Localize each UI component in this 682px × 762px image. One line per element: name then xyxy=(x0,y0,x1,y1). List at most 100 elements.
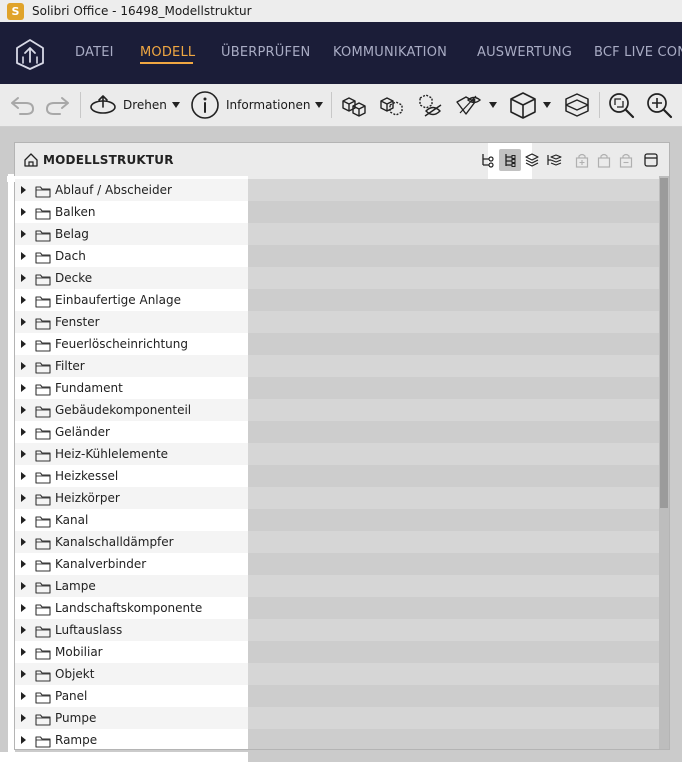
menu-auswertung[interactable]: AUSWERTUNG xyxy=(477,45,572,60)
tree-flat-button[interactable] xyxy=(499,149,521,171)
layers-button[interactable] xyxy=(521,149,543,171)
tree-hierarchy-button[interactable] xyxy=(477,149,499,171)
window-layout-button[interactable] xyxy=(640,149,662,171)
expand-arrow-icon[interactable] xyxy=(21,252,26,260)
tree-item[interactable]: Kanalschalldämpfer xyxy=(15,531,659,553)
main-menu-bar: DATEI MODELL ÜBERPRÜFEN KOMMUNIKATION AU… xyxy=(0,22,682,84)
tree-item[interactable]: Panel xyxy=(15,685,659,707)
expand-arrow-icon[interactable] xyxy=(21,450,26,458)
window-title: Solibri Office - 16498_Modellstruktur xyxy=(32,4,252,18)
view-cube-dropdown-button[interactable] xyxy=(508,90,551,120)
expand-arrow-icon[interactable] xyxy=(21,560,26,568)
redo-button[interactable] xyxy=(44,90,72,120)
tree-hierarchy-icon xyxy=(482,154,494,168)
expand-arrow-icon[interactable] xyxy=(21,714,26,722)
tree-item-label: Lampe xyxy=(55,579,96,593)
expand-arrow-icon[interactable] xyxy=(21,318,26,326)
menu-modell[interactable]: MODELL xyxy=(140,45,195,60)
menu-bcf-live-connect[interactable]: BCF LIVE CONN xyxy=(594,45,682,60)
tree-item[interactable]: Mobiliar xyxy=(15,641,659,663)
scrollbar-thumb[interactable] xyxy=(660,178,668,508)
expand-arrow-icon[interactable] xyxy=(21,494,26,502)
layers-tree-button[interactable] xyxy=(543,149,565,171)
hide-components-button[interactable] xyxy=(415,90,443,120)
visibility-dropdown-button[interactable] xyxy=(454,90,497,120)
expand-arrow-icon[interactable] xyxy=(21,648,26,656)
boxes-icon xyxy=(342,97,366,117)
tree-item[interactable]: Landschaftskomponente xyxy=(15,597,659,619)
tree-item-label: Ablauf / Abscheider xyxy=(55,183,172,197)
tree-item[interactable]: Feuerlöscheinrichtung xyxy=(15,333,659,355)
tree-item-label: Kanalschalldämpfer xyxy=(55,535,174,549)
menu-kommunikation[interactable]: KOMMUNIKATION xyxy=(333,45,447,60)
tree-item[interactable]: Heizkessel xyxy=(15,465,659,487)
tree-item[interactable]: Luftauslass xyxy=(15,619,659,641)
expand-arrow-icon[interactable] xyxy=(21,384,26,392)
lock-button[interactable] xyxy=(593,149,615,171)
redo-icon xyxy=(46,97,69,115)
lock-add-button[interactable] xyxy=(571,149,593,171)
tree-item[interactable]: Pumpe xyxy=(15,707,659,729)
lock-remove-button[interactable] xyxy=(615,149,637,171)
tree-item[interactable]: Lampe xyxy=(15,575,659,597)
tree-item[interactable]: Decke xyxy=(15,267,659,289)
expand-arrow-icon[interactable] xyxy=(21,582,26,590)
expand-arrow-icon[interactable] xyxy=(21,604,26,612)
select-components-button[interactable] xyxy=(377,90,405,120)
expand-arrow-icon[interactable] xyxy=(21,516,26,524)
tree-item[interactable]: Filter xyxy=(15,355,659,377)
section-box-button[interactable] xyxy=(563,90,591,120)
folder-icon xyxy=(35,315,51,334)
solibri-logo-icon[interactable] xyxy=(14,38,46,70)
tree-item[interactable]: Geländer xyxy=(15,421,659,443)
chevron-down-icon xyxy=(171,102,180,108)
tree-item[interactable]: Belag xyxy=(15,223,659,245)
expand-arrow-icon[interactable] xyxy=(21,274,26,282)
tree-item[interactable]: Dach xyxy=(15,245,659,267)
tree-item[interactable]: Balken xyxy=(15,201,659,223)
tree-item[interactable]: Kanal xyxy=(15,509,659,531)
tree-item[interactable]: Einbaufertige Anlage xyxy=(15,289,659,311)
tree-item[interactable]: Objekt xyxy=(15,663,659,685)
expand-arrow-icon[interactable] xyxy=(21,670,26,678)
tree-item[interactable]: Ablauf / Abscheider xyxy=(15,179,659,201)
expand-arrow-icon[interactable] xyxy=(21,208,26,216)
tree-item[interactable]: Heizkörper xyxy=(15,487,659,509)
information-dropdown-button[interactable]: Informationen xyxy=(190,90,324,120)
rotate-dropdown-button[interactable]: Drehen xyxy=(89,90,180,120)
model-structure-panel: MODELLSTRUKTUR Ablauf / Abscheider Balke… xyxy=(7,142,670,750)
expand-arrow-icon[interactable] xyxy=(21,736,26,744)
tree-item-cell: Heiz-Kühlelemente xyxy=(15,443,248,465)
menu-datei[interactable]: DATEI xyxy=(75,45,114,60)
expand-arrow-icon[interactable] xyxy=(21,538,26,546)
zoom-extent-button[interactable] xyxy=(607,90,635,120)
expand-arrow-icon[interactable] xyxy=(21,406,26,414)
expand-arrow-icon[interactable] xyxy=(21,692,26,700)
expand-arrow-icon[interactable] xyxy=(21,340,26,348)
zoom-in-icon xyxy=(647,93,673,119)
tree-item[interactable]: Heiz-Kühlelemente xyxy=(15,443,659,465)
tree-item[interactable]: Rampe xyxy=(15,729,659,749)
menu-ueberpruefen[interactable]: ÜBERPRÜFEN xyxy=(221,45,310,60)
undo-button[interactable] xyxy=(8,90,36,120)
expand-arrow-icon[interactable] xyxy=(21,296,26,304)
folder-icon xyxy=(35,601,51,620)
expand-arrow-icon[interactable] xyxy=(21,186,26,194)
tree-item[interactable]: Gebäudekomponenteil xyxy=(15,399,659,421)
tree-item-label: Objekt xyxy=(55,667,95,681)
expand-arrow-icon[interactable] xyxy=(21,362,26,370)
tree-item[interactable]: Kanalverbinder xyxy=(15,553,659,575)
show-components-button[interactable] xyxy=(340,90,368,120)
section-box-icon xyxy=(565,93,589,117)
expand-arrow-icon[interactable] xyxy=(21,626,26,634)
expand-arrow-icon[interactable] xyxy=(21,230,26,238)
vertical-scrollbar[interactable] xyxy=(659,176,669,749)
tree-item-label: Geländer xyxy=(55,425,110,439)
tree-item[interactable]: Fundament xyxy=(15,377,659,399)
tree-item[interactable]: Fenster xyxy=(15,311,659,333)
window-title-bar: S Solibri Office - 16498_Modellstruktur xyxy=(0,0,682,22)
expand-arrow-icon[interactable] xyxy=(21,472,26,480)
boxes-select-icon xyxy=(380,97,403,116)
zoom-in-button[interactable] xyxy=(645,90,673,120)
expand-arrow-icon[interactable] xyxy=(21,428,26,436)
